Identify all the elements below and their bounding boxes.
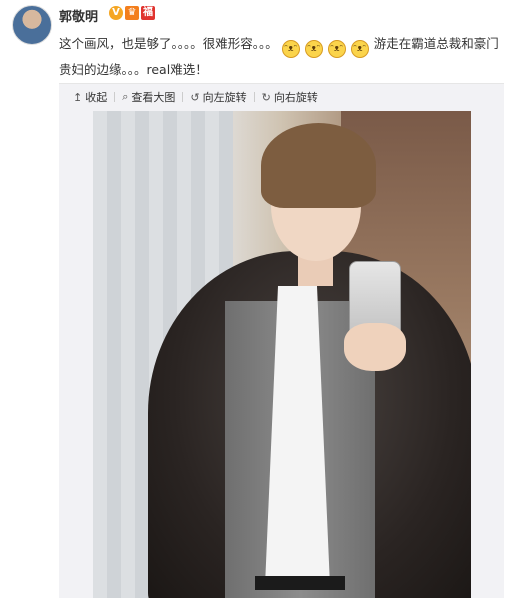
rotate-right-label: 向右旋转 xyxy=(273,91,318,104)
collapse-label: 收起 xyxy=(85,91,108,104)
magnifier-icon: ⌕ xyxy=(122,90,129,103)
media-panel: ↥ 收起 ⌕ 查看大图 ↺ 向左旋转 ↻ 向右旋转 xyxy=(59,83,504,598)
cat-emoji-icon: ᵔᴥᵔ xyxy=(281,40,300,58)
toolbar-divider xyxy=(182,92,184,102)
image-toolbar: ↥ 收起 ⌕ 查看大图 ↺ 向左旋转 ↻ 向右旋转 xyxy=(73,89,318,105)
post-text-part1: 这个画风，也是够了。。。。很难形容。。。 xyxy=(59,36,278,51)
rotate-right-button[interactable]: ↻ 向右旋转 xyxy=(262,89,318,105)
cat-emoji-icon: ᵔᴥᵔ xyxy=(350,40,369,58)
post-photo[interactable] xyxy=(93,111,471,598)
avatar[interactable] xyxy=(12,5,52,45)
post-text: 这个画风，也是够了。。。。很难形容。。。 ᵔᴥᵔ ᵔᴥᵔ ᵔᴥᵔ ᵔᴥᵔ 游走在… xyxy=(59,32,504,81)
red-envelope-badge-icon: 福 xyxy=(141,6,155,20)
cat-emoji-icon: ᵔᴥᵔ xyxy=(327,40,346,58)
cat-emoji-icon: ᵔᴥᵔ xyxy=(304,40,323,58)
verified-badge-icon: V xyxy=(109,6,123,20)
vip-badge-icon: ♛ xyxy=(125,6,139,20)
collapse-button[interactable]: ↥ 收起 xyxy=(73,89,107,105)
toolbar-divider xyxy=(253,92,255,102)
rotate-right-icon: ↻ xyxy=(261,90,271,104)
username[interactable]: 郭敬明 xyxy=(59,6,98,25)
view-large-button[interactable]: ⌕ 查看大图 xyxy=(122,89,175,105)
rotate-left-label: 向左旋转 xyxy=(202,91,247,104)
view-large-label: 查看大图 xyxy=(131,91,176,104)
rotate-left-button[interactable]: ↺ 向左旋转 xyxy=(190,89,246,105)
rotate-left-icon: ↺ xyxy=(190,90,200,104)
arrow-up-icon: ↥ xyxy=(73,90,83,104)
user-badges: V ♛ 福 xyxy=(109,6,155,20)
toolbar-divider xyxy=(114,92,116,102)
